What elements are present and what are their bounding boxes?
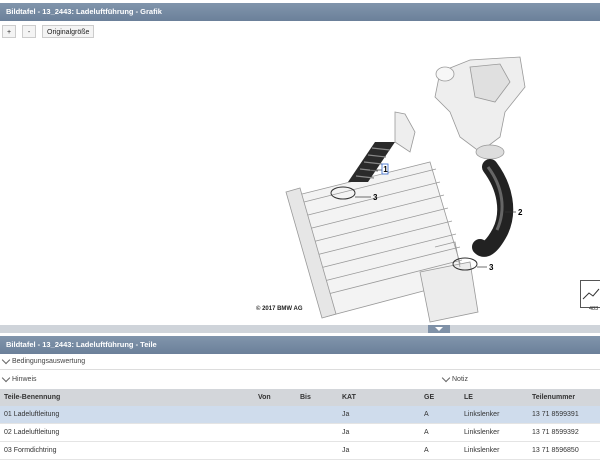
- col-kat[interactable]: KAT: [338, 389, 420, 406]
- graphic-panel-header: Bildtafel - 13_2443: Ladeluftführung - G…: [0, 3, 600, 21]
- condition-toggle[interactable]: Bedingungsauswertung: [1, 355, 86, 365]
- cell-bis: [296, 406, 338, 424]
- graphic-toolbar: + - Originalgröße: [2, 25, 95, 39]
- condition-label: Bedingungsauswertung: [12, 358, 86, 365]
- cell-kat: Ja: [338, 423, 420, 442]
- chevron-down-icon: [435, 327, 443, 331]
- table-row[interactable]: 03 Formdichtring Ja A Linkslenker 13 71 8596…: [0, 441, 600, 460]
- cell-ge: A: [420, 441, 460, 460]
- col-le[interactable]: LE: [460, 389, 528, 406]
- zoom-in-button[interactable]: +: [2, 25, 16, 38]
- note-label: Notiz: [452, 376, 468, 383]
- table-row[interactable]: 01 Ladeluftleitung Ja A Linkslenker 13 71 85…: [0, 406, 600, 424]
- thumbnail-icon: [582, 288, 600, 300]
- intercooler-drawing: [285, 161, 479, 323]
- parts-table: Teile-Benennung Von Bis KAT GE LE Teilen…: [0, 389, 600, 460]
- panel-divider[interactable]: [0, 325, 600, 333]
- collapse-handle[interactable]: [428, 325, 450, 333]
- cell-part: 13 71 8596850: [528, 441, 600, 460]
- col-bis[interactable]: Bis: [296, 389, 338, 406]
- parts-panel-header: Bildtafel - 13_2443: Ladeluftführung - T…: [0, 336, 600, 354]
- callout-1[interactable]: 1: [383, 165, 388, 174]
- separator: [0, 369, 600, 370]
- cell-kat: Ja: [338, 406, 420, 424]
- hint-toggle[interactable]: Hinweis: [1, 373, 37, 383]
- callout-3b[interactable]: 3: [489, 263, 494, 272]
- parts-diagram[interactable]: 1 2 3 3 © 2017 BMW AG 483: [0, 42, 600, 325]
- note-toggle[interactable]: Notiz: [441, 373, 468, 383]
- turbocharger-drawing: [434, 56, 526, 160]
- col-von[interactable]: Von: [254, 389, 296, 406]
- cell-von: [254, 441, 296, 460]
- diagram-svg: 1 2 3 3: [285, 56, 526, 323]
- cell-part: 13 71 8599392: [528, 423, 600, 442]
- cell-ge: A: [420, 406, 460, 424]
- table-row[interactable]: 02 Ladeluftleitung Ja A Linkslenker 13 71 85…: [0, 423, 600, 442]
- cell-kat: Ja: [338, 441, 420, 460]
- thumbnail-preview[interactable]: [580, 280, 600, 308]
- cell-bis: [296, 441, 338, 460]
- cell-bis: [296, 423, 338, 442]
- col-part-number[interactable]: Teilenummer: [528, 389, 600, 406]
- charge-air-pipe-2: [472, 159, 514, 257]
- chevron-down-icon: [1, 373, 11, 383]
- cell-name: 02 Ladeluftleitung: [0, 423, 254, 442]
- cell-le: Linkslenker: [460, 441, 528, 460]
- callout-2[interactable]: 2: [518, 208, 523, 217]
- cell-von: [254, 423, 296, 442]
- cell-von: [254, 406, 296, 424]
- thumbnail-number: 483: [589, 306, 599, 312]
- cell-name: 03 Formdichtring: [0, 441, 254, 460]
- col-ge[interactable]: GE: [420, 389, 460, 406]
- cell-part: 13 71 8599391: [528, 406, 600, 424]
- table-header-row: Teile-Benennung Von Bis KAT GE LE Teilen…: [0, 389, 600, 406]
- cell-ge: A: [420, 423, 460, 442]
- chevron-down-icon: [441, 373, 451, 383]
- copyright-text: © 2017 BMW AG: [256, 306, 303, 312]
- col-name[interactable]: Teile-Benennung: [0, 389, 254, 406]
- cell-le: Linkslenker: [460, 423, 528, 442]
- cell-le: Linkslenker: [460, 406, 528, 424]
- hint-label: Hinweis: [12, 376, 37, 383]
- zoom-out-button[interactable]: -: [22, 25, 36, 38]
- cell-name: 01 Ladeluftleitung: [0, 406, 254, 424]
- original-size-button[interactable]: Originalgröße: [42, 25, 95, 38]
- callout-3a[interactable]: 3: [373, 193, 378, 202]
- chevron-down-icon: [1, 355, 11, 365]
